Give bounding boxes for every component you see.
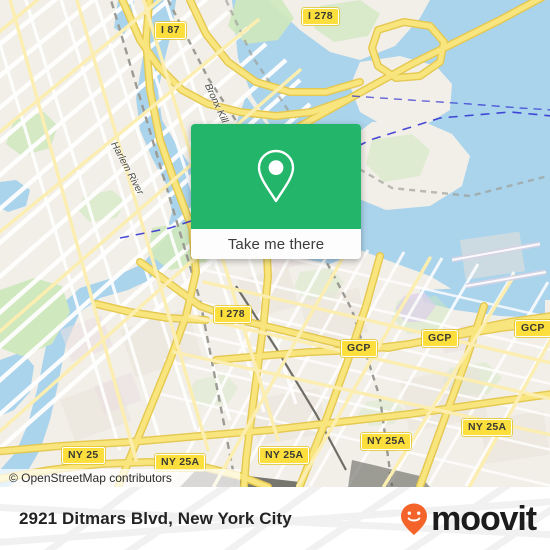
osm-attribution[interactable]: © OpenStreetMap contributors <box>0 469 240 487</box>
road-shield: I 278 <box>302 8 339 25</box>
screenshot-root: I 87 I 278 I 278 GCP GCP GCP NY 25 NY 25… <box>0 0 550 550</box>
road-shield: GCP <box>515 320 550 337</box>
take-me-there-button[interactable]: Take me there <box>191 229 361 259</box>
road-shield: NY 25A <box>462 419 513 436</box>
map-pin-icon <box>257 149 295 202</box>
road-shield: I 278 <box>214 306 251 323</box>
road-shield: GCP <box>341 340 377 357</box>
road-shield: NY 25A <box>259 447 310 464</box>
footer-bar: 2921 Ditmars Blvd, New York City moovit <box>0 487 550 550</box>
moovit-wordmark: moovit <box>431 499 537 538</box>
take-me-there-label: Take me there <box>227 235 325 253</box>
card-marker-area <box>191 124 361 229</box>
road-shield: I 87 <box>155 22 186 39</box>
road-shield: NY 25A <box>361 433 412 450</box>
moovit-logo[interactable]: moovit <box>399 499 537 538</box>
road-shield: NY 25 <box>62 447 105 464</box>
destination-card[interactable]: Take me there <box>191 124 361 259</box>
address-text: 2921 Ditmars Blvd, New York City <box>19 508 292 528</box>
moovit-smiley-pin-icon <box>401 503 428 535</box>
road-shield: GCP <box>422 330 458 347</box>
